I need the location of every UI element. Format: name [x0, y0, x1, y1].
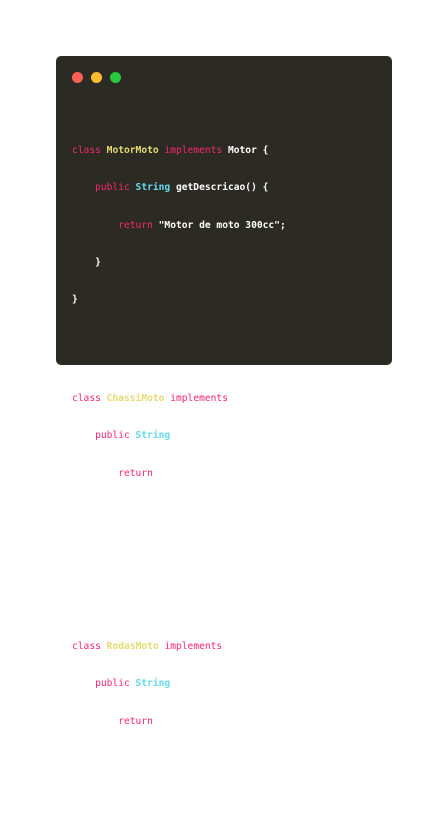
window-titlebar: [56, 56, 392, 96]
class-name: RodasMoto: [106, 641, 159, 653]
class-declaration-line: class ChassiMoto implements Chassi {: [72, 393, 303, 405]
method-open-brace: {: [262, 430, 269, 442]
interface-name: Motor: [227, 145, 257, 157]
open-brace: {: [274, 393, 280, 405]
return-line: return "Chassi leve para moto";: [72, 468, 303, 480]
keyword-return: return: [118, 467, 153, 479]
class-close-line: }: [72, 542, 303, 554]
method-name: getDescricao(): [175, 678, 257, 690]
method-close-line: }: [72, 257, 303, 269]
keyword-class: class: [72, 393, 101, 405]
class-close-line: }: [72, 294, 303, 306]
method-close-line: }: [72, 753, 303, 765]
method-name: getDescricao(): [175, 430, 257, 442]
class-close-brace: }: [72, 294, 78, 306]
code-editor[interactable]: class MotorMoto implements Motor { publi…: [72, 108, 303, 827]
interface-name: Rodas: [227, 641, 257, 653]
minimize-window-button[interactable]: [91, 72, 102, 83]
keyword-return: return: [118, 219, 153, 231]
class-declaration-line: class RodasMoto implements Rodas {: [72, 641, 303, 653]
return-value: "Chassi leve para moto";: [158, 467, 298, 479]
open-brace: {: [262, 641, 269, 653]
close-window-button[interactable]: [72, 72, 83, 83]
keyword-public: public: [95, 678, 130, 690]
class-close-line: }: [72, 790, 303, 802]
type-name: String: [135, 678, 171, 690]
method-declaration-line: public String getDescricao() {: [72, 182, 303, 194]
keyword-implements: implements: [164, 145, 223, 157]
type-name: String: [135, 430, 171, 442]
maximize-window-button[interactable]: [110, 72, 121, 83]
code-window: class MotorMoto implements Motor { publi…: [56, 56, 392, 801]
keyword-class: class: [72, 641, 101, 653]
return-line: return "Motor de moto 300cc";: [72, 220, 303, 232]
return-value: "Rodas aro 17 para moto";: [158, 715, 304, 727]
keyword-return: return: [118, 715, 153, 727]
keyword-public: public: [95, 430, 130, 442]
method-declaration-line: public String getDescricao() {: [72, 678, 303, 690]
method-close-line: }: [72, 505, 303, 517]
type-name: String: [135, 182, 171, 194]
interface-name: Chassi: [233, 393, 269, 405]
method-open-brace: {: [262, 182, 269, 194]
class-name: MotorMoto: [106, 145, 159, 157]
keyword-class: class: [72, 145, 101, 157]
method-open-brace: {: [262, 678, 269, 690]
return-value: "Motor de moto 300cc";: [158, 219, 286, 231]
class-declaration-line: class MotorMoto implements Motor {: [72, 145, 303, 157]
class-close-brace: }: [72, 790, 78, 802]
class-name: ChassiMoto: [106, 393, 165, 405]
method-close-brace: }: [95, 256, 101, 268]
method-declaration-line: public String getDescricao() {: [72, 430, 303, 442]
method-close-brace: }: [95, 504, 101, 516]
open-brace: {: [262, 145, 269, 157]
keyword-implements: implements: [164, 641, 223, 653]
method-name: getDescricao(): [175, 182, 257, 194]
method-close-brace: }: [95, 752, 101, 764]
return-line: return "Rodas aro 17 para moto";: [72, 716, 303, 728]
keyword-public: public: [95, 182, 130, 194]
keyword-implements: implements: [170, 393, 228, 405]
class-close-brace: }: [72, 542, 78, 554]
